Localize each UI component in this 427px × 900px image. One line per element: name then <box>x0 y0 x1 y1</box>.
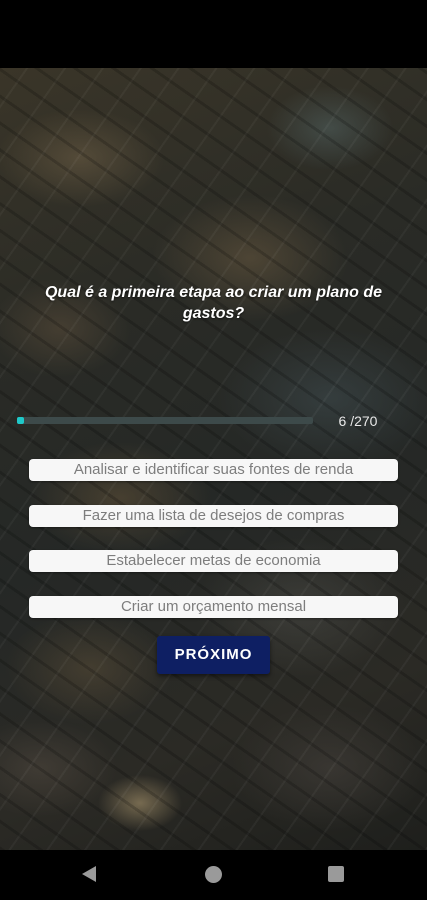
progress-bar-fill <box>17 417 25 424</box>
answer-option-1[interactable]: Analisar e identificar suas fontes de re… <box>29 459 398 481</box>
home-icon[interactable] <box>205 866 222 883</box>
next-button[interactable]: PRÓXIMO <box>157 636 270 674</box>
progress-bar <box>17 417 313 424</box>
system-nav-bar <box>0 850 427 900</box>
quiz-content: Qual é a primeira etapa ao criar um plan… <box>0 68 427 850</box>
question-text: Qual é a primeira etapa ao criar um plan… <box>44 284 382 322</box>
answer-option-4[interactable]: Criar um orçamento mensal <box>29 596 398 618</box>
answer-option-2[interactable]: Fazer uma lista de desejos de compras <box>29 505 398 527</box>
recents-icon[interactable] <box>328 866 344 882</box>
progress-counter: 6 /270 <box>338 413 378 429</box>
status-bar <box>0 0 427 68</box>
quiz-screen: Qual é a primeira etapa ao criar um plan… <box>0 68 427 850</box>
back-icon[interactable] <box>82 866 96 882</box>
device-frame: Qual é a primeira etapa ao criar um plan… <box>0 0 427 900</box>
answer-option-3[interactable]: Estabelecer metas de economia <box>29 550 398 572</box>
